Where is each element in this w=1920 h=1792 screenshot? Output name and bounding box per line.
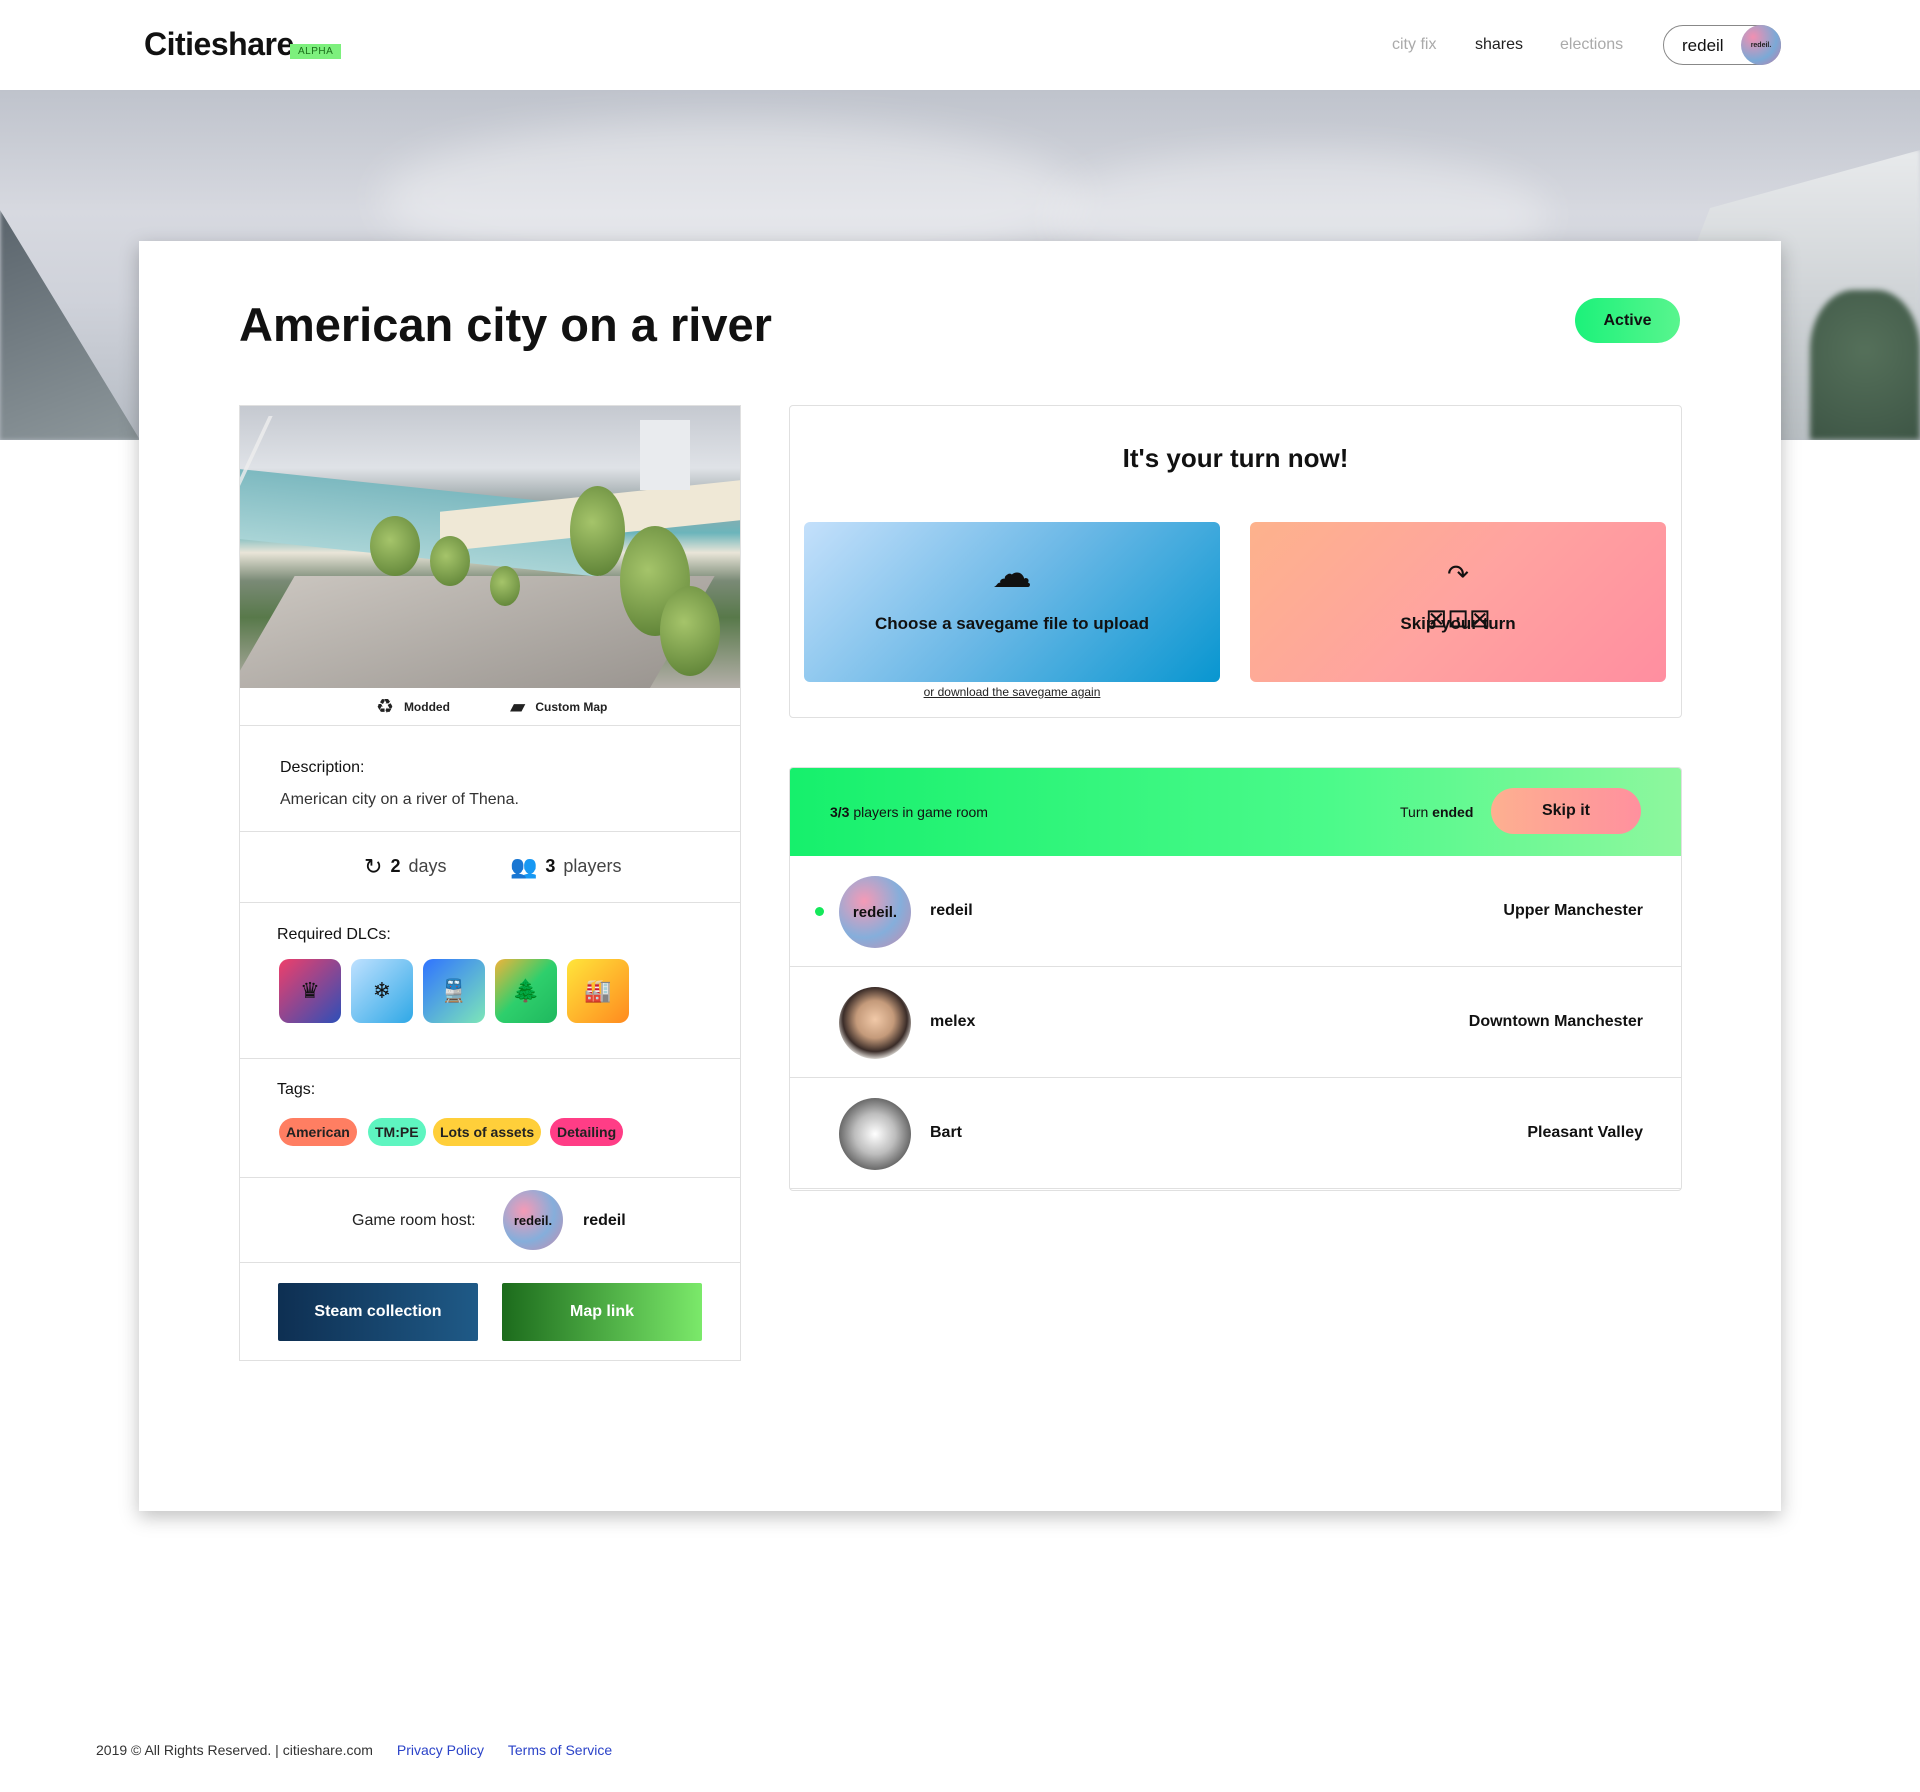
tag-detailing[interactable]: Detailing	[550, 1118, 624, 1146]
footer: 2019 © All Rights Reserved. | citieshare…	[96, 1742, 612, 1758]
refresh-icon: ↻	[364, 853, 383, 879]
user-name: redeil	[1682, 36, 1724, 55]
copyright: 2019 © All Rights Reserved. | citieshare…	[96, 1742, 373, 1758]
host-avatar[interactable]: redeil.	[503, 1190, 563, 1250]
custom-map-label: Custom Map	[535, 700, 608, 714]
players-panel: 3/3 players in game room Turn ended Skip…	[789, 767, 1682, 1191]
player-avatar	[839, 987, 911, 1059]
player-row[interactable]: Bart Pleasant Valley	[790, 1078, 1681, 1189]
player-row[interactable]: redeil. redeil Upper Manchester	[790, 856, 1681, 967]
steam-collection-button[interactable]: Steam collection	[278, 1283, 478, 1341]
players-header: 3/3 players in game room Turn ended Skip…	[790, 768, 1681, 856]
skip-it-button[interactable]: Skip it	[1491, 788, 1641, 834]
player-avatar	[839, 1098, 911, 1170]
dlc-train-icon[interactable]: 🚆	[423, 959, 485, 1023]
privacy-policy-link[interactable]: Privacy Policy	[397, 1742, 484, 1758]
player-count-value: 3/3	[830, 804, 850, 820]
online-indicator	[815, 907, 824, 916]
dlc-factory-icon[interactable]: 🏭	[567, 959, 629, 1023]
turn-heading: It's your turn now!	[1122, 443, 1349, 473]
page-title: American city on a river	[239, 298, 772, 351]
host-name[interactable]: redeil	[583, 1212, 626, 1230]
link-buttons: Steam collection Map link	[240, 1263, 740, 1360]
nav-elections[interactable]: elections	[1560, 36, 1623, 54]
nav-city-fix[interactable]: city fix	[1392, 36, 1436, 54]
tags-section: Tags: American TM:PE Lots of assets Deta…	[240, 1059, 740, 1178]
player-count: 3/3 players in game room	[830, 804, 988, 820]
city-screenshot	[240, 406, 740, 688]
dlc-snowflake-icon[interactable]: ❄	[351, 959, 413, 1023]
cloud-download-icon: ☁	[992, 552, 1032, 596]
site-logo[interactable]: Citieshare	[144, 26, 294, 63]
room-stats: ↻ 2 days 👥 3 players	[240, 832, 740, 903]
turn-status-value: ended	[1432, 804, 1474, 820]
player-count-suffix: players in game room	[853, 804, 988, 820]
tag-lots-of-assets[interactable]: Lots of assets	[433, 1118, 542, 1146]
players-stat: 👥 3 players	[510, 853, 622, 879]
skip-turn-button[interactable]: ↷ ⊠⊡⊠ Skip your turn	[1250, 522, 1666, 682]
map-badges: ♻ Modded ▰ Custom Map	[240, 688, 740, 726]
status-badge: Active	[1575, 298, 1680, 343]
tag-american[interactable]: American	[279, 1118, 357, 1146]
player-city: Downtown Manchester	[1468, 1013, 1643, 1030]
user-menu-button[interactable]: redeil redeil.	[1663, 25, 1781, 65]
description-section: Description: American city on a river of…	[240, 727, 740, 832]
turn-status: Turn ended	[1400, 804, 1473, 820]
description-label: Description:	[280, 759, 365, 776]
redownload-link[interactable]: or download the savegame again	[914, 685, 1110, 699]
upload-savegame-button[interactable]: ☁ Choose a savegame file to upload	[804, 522, 1220, 682]
modded-badge: ♻ Modded	[376, 696, 450, 718]
recycle-icon: ♻	[376, 696, 394, 718]
days-stat: ↻ 2 days	[364, 853, 447, 879]
dlc-tree-icon[interactable]: 🌲	[495, 959, 557, 1023]
players-label: players	[563, 856, 622, 876]
player-name: Bart	[930, 1124, 963, 1141]
custom-map-badge: ▰ Custom Map	[510, 696, 608, 718]
map-link-button[interactable]: Map link	[502, 1283, 702, 1341]
top-navbar: Citieshare ALPHA city fix shares electio…	[0, 0, 1920, 90]
upload-label: Choose a savegame file to upload	[875, 614, 1149, 633]
game-room-card: American city on a river Active ♻ Modded…	[139, 241, 1781, 1511]
map-icon: ▰	[510, 696, 526, 718]
turn-prefix: Turn	[1400, 804, 1429, 820]
turn-panel: It's your turn now! ☁ Choose a savegame …	[789, 405, 1682, 718]
host-section: Game room host: redeil. redeil	[240, 1178, 740, 1263]
modded-label: Modded	[403, 700, 450, 714]
dlc-party-icon[interactable]: ♛	[279, 959, 341, 1023]
dlc-label: Required DLCs:	[277, 926, 391, 943]
days-value: 2	[390, 856, 401, 876]
players-value: 3	[545, 856, 556, 876]
player-name: redeil	[930, 902, 973, 919]
user-avatar: redeil.	[1741, 25, 1781, 65]
days-label: days	[408, 856, 447, 876]
room-info-panel: ♻ Modded ▰ Custom Map Description: Ameri…	[239, 405, 741, 1361]
player-city: Pleasant Valley	[1527, 1124, 1643, 1141]
group-icon: 👥	[510, 853, 538, 879]
required-dlcs: Required DLCs: ♛ ❄ 🚆 🌲 🏭	[240, 903, 740, 1059]
host-label: Game room host:	[352, 1212, 476, 1229]
player-city: Upper Manchester	[1503, 902, 1643, 919]
skip-label: Skip your turn	[1400, 614, 1516, 633]
description-text: American city on a river of Thena.	[280, 791, 519, 808]
nav-shares[interactable]: shares	[1475, 36, 1523, 54]
alpha-badge: ALPHA	[290, 44, 342, 59]
tags-label: Tags:	[277, 1081, 316, 1098]
tag-tmpe[interactable]: TM:PE	[368, 1118, 426, 1146]
player-avatar: redeil.	[839, 876, 911, 948]
terms-of-service-link[interactable]: Terms of Service	[508, 1742, 612, 1758]
player-name: melex	[930, 1013, 976, 1030]
player-row[interactable]: melex Downtown Manchester	[790, 967, 1681, 1078]
